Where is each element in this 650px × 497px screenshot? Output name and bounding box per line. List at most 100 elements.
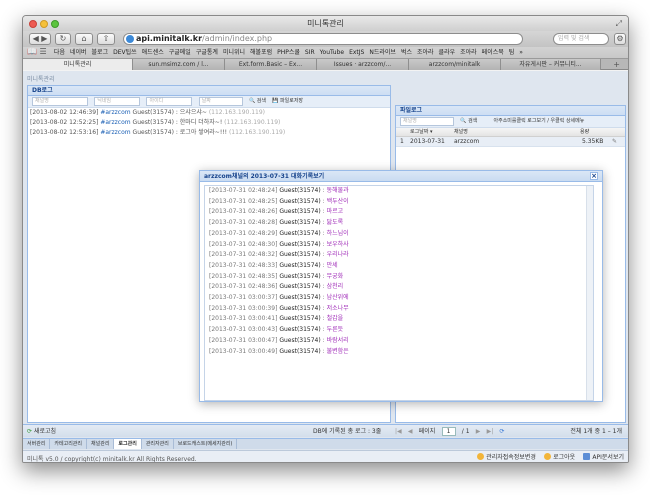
message-time: [2013-07-31 03:00:49] (209, 347, 278, 355)
back-forward-buttons[interactable]: ◀ ▶ (29, 33, 51, 45)
url-host: api.minitalk.kr (136, 34, 203, 43)
bookmark-item[interactable]: PHP스쿨 (277, 47, 300, 58)
tab-1[interactable]: 미니톡관리 (23, 59, 133, 70)
prev-page-icon[interactable]: ◀ (408, 426, 413, 437)
file-table-header: 로그날짜 ▾ 채널명 용량 (396, 128, 625, 137)
bookmark-item[interactable]: 조아라 (417, 47, 434, 58)
col-log-date[interactable]: 로그날짜 ▾ (410, 128, 433, 137)
change-admin-info-link[interactable]: 관리자접속정보변경 (477, 453, 536, 462)
file-log-toolbar: 채널명 🔍 검색 아주소미를클릭 로그보기 / 우클릭 상세메뉴 (396, 116, 625, 128)
message-time: [2013-07-31 02:48:30] (209, 240, 278, 248)
channel-filter-input[interactable]: 채널명 (32, 97, 88, 106)
bookmark-item[interactable]: 구글통계 (196, 47, 218, 58)
log-list: [2013-08-02 12:46:39] #arzzcom Guest(315… (28, 108, 390, 138)
reload-page-icon[interactable]: ⟳ (499, 426, 504, 437)
edit-icon[interactable]: ✎ (612, 137, 617, 147)
close-icon[interactable]: × (590, 172, 598, 180)
tab-5[interactable]: arzzcom/minitalk (409, 59, 501, 70)
api-docs-link[interactable]: API문서보기 (583, 453, 624, 462)
page-input[interactable]: 1 (441, 427, 456, 436)
bookmark-item[interactable]: 네이버 (70, 47, 87, 58)
bookmark-item[interactable]: » (519, 47, 523, 58)
logout-icon (544, 453, 552, 460)
bookmark-item[interactable]: DEV팁쓰 (113, 47, 137, 58)
bookmarks-book-icon[interactable]: 📖 ☰ (27, 47, 47, 56)
log-text: : 한마디 더하자~! (173, 119, 223, 126)
nav-tab-category[interactable]: 카테고리관리 (50, 439, 88, 449)
new-tab-button[interactable]: + (613, 59, 620, 70)
bookmark-item[interactable]: 클라우 (439, 47, 456, 58)
message-text: 닳도록 (326, 219, 344, 227)
log-time: [2013-08-02 12:53:16] (30, 129, 99, 136)
bookmark-item[interactable]: 애드센스 (142, 47, 164, 58)
bookmark-item[interactable]: 구글메일 (169, 47, 191, 58)
fullscreen-icon[interactable]: ⤢ (616, 19, 622, 29)
file-log-title: 파일로그 (396, 106, 625, 116)
bookmark-item[interactable]: 조아라 (460, 47, 477, 58)
bookmark-item[interactable]: 다음 (54, 47, 65, 58)
log-ip: (112.163.190.119) (208, 109, 266, 116)
settings-gear-icon[interactable]: ⚙ (614, 33, 626, 45)
bookmark-item[interactable]: 페이스북 (482, 47, 504, 58)
key-icon (477, 453, 485, 460)
save-file-button[interactable]: 💾 파일로저장 (272, 97, 303, 106)
save-icon: 💾 (272, 98, 279, 104)
nav-tab-server[interactable]: 서버관리 (23, 439, 51, 449)
bookmark-item[interactable]: 해볼포럼 (250, 47, 272, 58)
first-page-icon[interactable]: |◀ (395, 426, 402, 437)
bookmark-item[interactable]: 미니위니 (223, 47, 245, 58)
app-title: 미니톡관리 (27, 76, 55, 83)
page-label: 페이지 (418, 428, 436, 435)
message-text: 바람서리 (326, 336, 349, 344)
globe-icon (126, 35, 134, 43)
tab-6[interactable]: 자유게시판 – 커뮤니티... (501, 59, 601, 70)
chat-message: [2013-07-31 02:48:35] Guest(31574) : 무궁화 (209, 272, 344, 280)
message-text: 철갑을 (326, 315, 344, 323)
nickname-filter-input[interactable]: 닉네임 (94, 97, 141, 106)
nav-tab-log[interactable]: 로그관리 (114, 439, 142, 449)
bookmark-item[interactable]: 벅스 (401, 47, 412, 58)
address-bar[interactable]: api.minitalk.kr/admin/index.php (123, 33, 523, 45)
id-filter-input[interactable]: 아이디 (146, 97, 193, 106)
chat-log-dialog: arzzcom채널의 2013-07-31 대화기록보기 × [2013-07-… (199, 170, 603, 402)
bookmark-item[interactable]: ExtJS (349, 47, 364, 58)
bookmark-item[interactable]: 팀 (509, 47, 515, 58)
message-time: [2013-07-31 02:48:25] (209, 197, 278, 205)
last-page-icon[interactable]: ▶| (487, 426, 494, 437)
nav-tab-broadcast[interactable]: 브로드캐스트(메세지관리) (174, 439, 238, 449)
tab-4[interactable]: Issues · arzzcom/... (317, 59, 409, 70)
file-row[interactable]: 1 2013-07-31 arzzcom 5.35KB ✎ (396, 137, 625, 147)
bookmark-item[interactable]: 블로그 (92, 47, 109, 58)
chat-message: [2013-07-31 02:48:30] Guest(31574) : 보우하… (209, 240, 349, 248)
file-channel-input[interactable]: 채널명 (400, 117, 454, 126)
message-user: Guest(31574) (279, 197, 321, 205)
pager: |◀ ◀ 페이지 1 / 1 ▶ ▶| ⟳ (395, 426, 509, 437)
home-icon[interactable]: ⌂ (75, 33, 93, 45)
browser-search-input[interactable]: 입력 및 검색 (553, 33, 609, 45)
dialog-scrollbar[interactable] (586, 186, 593, 400)
col-channel[interactable]: 채널명 (454, 128, 468, 137)
api-docs-label: API문서보기 (592, 454, 624, 461)
tab-3[interactable]: Ext.form.Basic – Ex... (225, 59, 317, 70)
message-user: Guest(31574) (279, 272, 321, 280)
file-search-button[interactable]: 🔍 검색 (460, 117, 477, 126)
next-page-icon[interactable]: ▶ (476, 426, 481, 437)
bookmark-item[interactable]: YouTube (320, 47, 344, 58)
message-text: 남산위에 (326, 294, 349, 302)
tab-2[interactable]: sun.msimz.com / l... (133, 59, 225, 70)
col-size[interactable]: 용량 (580, 128, 589, 137)
date-filter-input[interactable]: 날짜 (198, 97, 243, 106)
bookmark-item[interactable]: N드라이브 (369, 47, 396, 58)
share-icon[interactable]: ⇧ (97, 33, 115, 45)
log-ip: (112.163.190.119) (228, 129, 286, 136)
refresh-button[interactable]: ⟳ 새로고침 (27, 427, 56, 436)
message-user: Guest(31574) (279, 251, 321, 259)
bookmark-item[interactable]: SIR (305, 47, 315, 58)
logout-link[interactable]: 로그아웃 (544, 453, 575, 462)
reload-icon[interactable]: ↻ (55, 33, 71, 45)
nav-tab-admin[interactable]: 관리자관리 (142, 439, 174, 449)
nav-tab-channel[interactable]: 채널관리 (87, 439, 115, 449)
chat-message: [2013-07-31 02:48:25] Guest(31574) : 백두산… (209, 197, 349, 205)
search-button[interactable]: 🔍 검색 (249, 97, 266, 106)
file-count: 전체 1개 중 1 – 1개 (570, 428, 622, 435)
